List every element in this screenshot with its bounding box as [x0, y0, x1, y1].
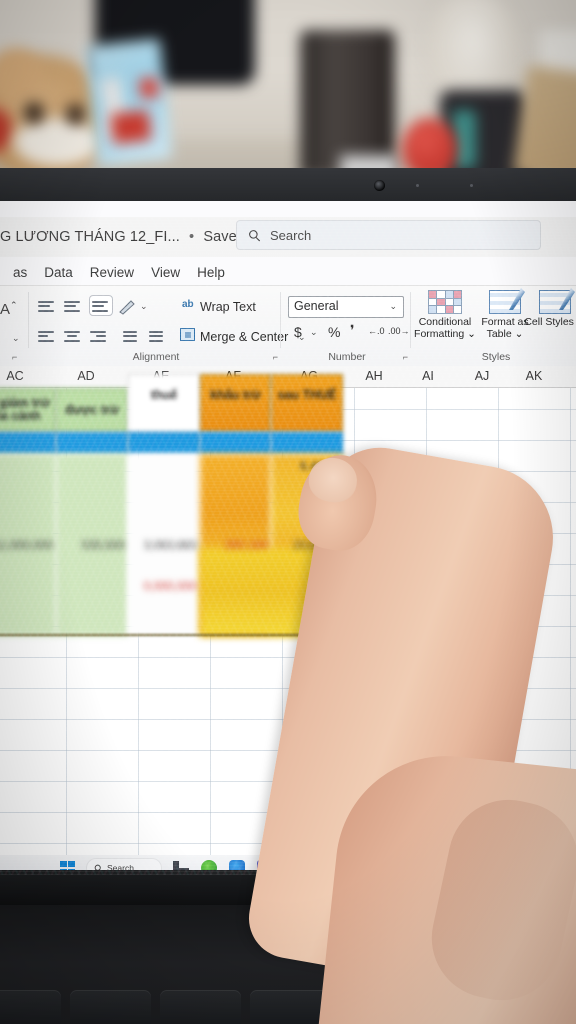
- increase-indent-button[interactable]: [144, 328, 166, 347]
- cell-af-value[interactable]: 260,184: [200, 534, 271, 556]
- conditional-formatting-label: Conditional Formatting: [414, 316, 472, 340]
- microphone-dot: [470, 184, 473, 187]
- tab-data[interactable]: Data: [44, 265, 73, 280]
- orientation-dropdown-icon[interactable]: ⌄: [140, 301, 148, 312]
- align-right-button[interactable]: [90, 328, 112, 347]
- ribbon-group-styles: Conditional Formatting ⌄ Format as Table…: [412, 286, 576, 366]
- search-icon: [249, 229, 261, 241]
- increase-decimal-button[interactable]: ←.0: [368, 326, 385, 336]
- greeting-card: [85, 38, 173, 166]
- tab-help[interactable]: Help: [197, 265, 225, 280]
- keyboard-key[interactable]: [159, 990, 241, 1024]
- document-title: G LƯƠNG THÁNG 12_FI...: [0, 229, 180, 245]
- font-dialog-launcher[interactable]: ⌐: [12, 352, 17, 362]
- selected-cell-ad[interactable]: [56, 432, 128, 454]
- accounting-format-button[interactable]: $: [294, 324, 302, 340]
- header-cell-ad[interactable]: được trừ: [56, 388, 128, 432]
- tab-formulas[interactable]: as: [13, 265, 27, 280]
- tab-view[interactable]: View: [151, 265, 180, 280]
- font-color-dropdown-icon[interactable]: ⌄: [12, 333, 20, 344]
- comma-style-button[interactable]: ❜: [350, 322, 355, 339]
- sheet-header-row: g giảm trừ ia cảnh được trừ thuế khấu tr…: [0, 374, 576, 432]
- card-red-mark: [139, 77, 159, 99]
- column-header-aj[interactable]: AJ: [456, 369, 508, 383]
- cell-styles-button[interactable]: Cell Styles ⌄: [524, 288, 576, 328]
- ribbon-group-alignment: ⌄ ab Wrap Text Merge & Center ⌄ Alignmen…: [30, 286, 306, 366]
- header-cell-ae[interactable]: thuế: [128, 374, 200, 432]
- wrap-text-button[interactable]: Wrap Text: [200, 300, 256, 314]
- accounting-dropdown-icon[interactable]: ⌄: [310, 327, 318, 338]
- plush-toy-eye-right: [66, 104, 85, 125]
- cell-ac-value[interactable]: 11,000,000: [0, 534, 56, 556]
- header-cell-ac[interactable]: g giảm trừ ia cảnh: [0, 388, 56, 432]
- data-block-bottom-border: [0, 634, 343, 636]
- orientation-icon[interactable]: [118, 299, 136, 315]
- cell-ae-value[interactable]: 3,063,683: [128, 534, 200, 556]
- format-as-table-icon: [489, 288, 525, 314]
- webcam-indicator-dot: [416, 184, 419, 187]
- cell-ad-value[interactable]: 535,500: [56, 534, 128, 556]
- number-dialog-launcher[interactable]: ⌐: [403, 352, 408, 362]
- align-middle-button[interactable]: [64, 298, 86, 317]
- cell-styles-label: Cell Styles: [524, 316, 574, 328]
- selected-cell-af[interactable]: [200, 432, 271, 454]
- decrease-decimal-button[interactable]: .00→: [388, 326, 410, 336]
- chevron-down-icon[interactable]: ⌄: [515, 328, 524, 340]
- cell-ae-row8[interactable]: 0,000,000: [128, 576, 200, 596]
- plush-toy-eye-left: [24, 102, 44, 124]
- search-placeholder: Search: [270, 227, 312, 243]
- card-text-block: [110, 109, 152, 145]
- search-box[interactable]: Search: [236, 220, 541, 250]
- header-cell-ag[interactable]: sau THUẾ: [271, 374, 343, 432]
- decrease-indent-button[interactable]: [118, 328, 140, 347]
- merge-center-icon: [180, 328, 195, 341]
- wrap-text-icon: ab: [182, 299, 194, 310]
- column-header-ah[interactable]: AH: [348, 369, 400, 383]
- selected-cell-ac[interactable]: [0, 432, 56, 454]
- column-header-ac[interactable]: AC: [0, 369, 46, 383]
- selected-row[interactable]: [0, 432, 576, 454]
- tab-review[interactable]: Review: [90, 265, 134, 280]
- screen-bezel-top: [0, 168, 576, 201]
- ribbon-tab-bar: as Data Review View Help: [0, 259, 576, 285]
- column-header-ak[interactable]: AK: [508, 369, 560, 383]
- title-separator: •: [189, 229, 195, 245]
- align-center-button[interactable]: [64, 328, 86, 347]
- ribbon-group-label-alignment: Alignment: [132, 351, 180, 363]
- align-bottom-button[interactable]: [89, 295, 113, 316]
- column-header-ad[interactable]: AD: [52, 369, 120, 383]
- column-header-ai[interactable]: AI: [402, 369, 454, 383]
- percent-format-button[interactable]: %: [328, 324, 340, 340]
- selected-cell-ae[interactable]: [128, 432, 200, 454]
- conditional-formatting-button[interactable]: Conditional Formatting ⌄: [414, 290, 476, 340]
- plush-toy-snout: [14, 118, 100, 166]
- selected-cell-ag[interactable]: [271, 432, 343, 454]
- chevron-down-icon[interactable]: ⌄: [389, 301, 397, 312]
- conditional-formatting-icon: [428, 290, 462, 314]
- merge-center-button[interactable]: Merge & Center: [200, 330, 288, 344]
- alignment-dialog-launcher[interactable]: ⌐: [273, 352, 278, 362]
- photo-scene: G LƯƠNG THÁNG 12_FI... • Saved to this P…: [0, 0, 576, 1024]
- number-format-value: General: [294, 299, 339, 313]
- grow-font-icon[interactable]: A⌃: [0, 300, 18, 318]
- ribbon-group-label-number: Number: [328, 351, 366, 363]
- align-left-button[interactable]: [38, 328, 60, 347]
- align-top-button[interactable]: [38, 298, 60, 317]
- header-cell-af[interactable]: khấu trừ: [200, 374, 271, 432]
- keyboard-key[interactable]: [69, 990, 151, 1024]
- webcam-icon: [374, 180, 385, 191]
- ribbon-group-label-styles: Styles: [481, 351, 511, 363]
- number-format-select[interactable]: General ⌄: [288, 296, 404, 318]
- ribbon: A⌃ A ⌄ ⌐: [0, 286, 576, 366]
- cell-styles-icon: [539, 288, 575, 314]
- keyboard-key[interactable]: [0, 990, 61, 1024]
- ribbon-group-number: General ⌄ $ ⌄ % ❜ ←.0 .00→ Number ⌐: [282, 286, 412, 366]
